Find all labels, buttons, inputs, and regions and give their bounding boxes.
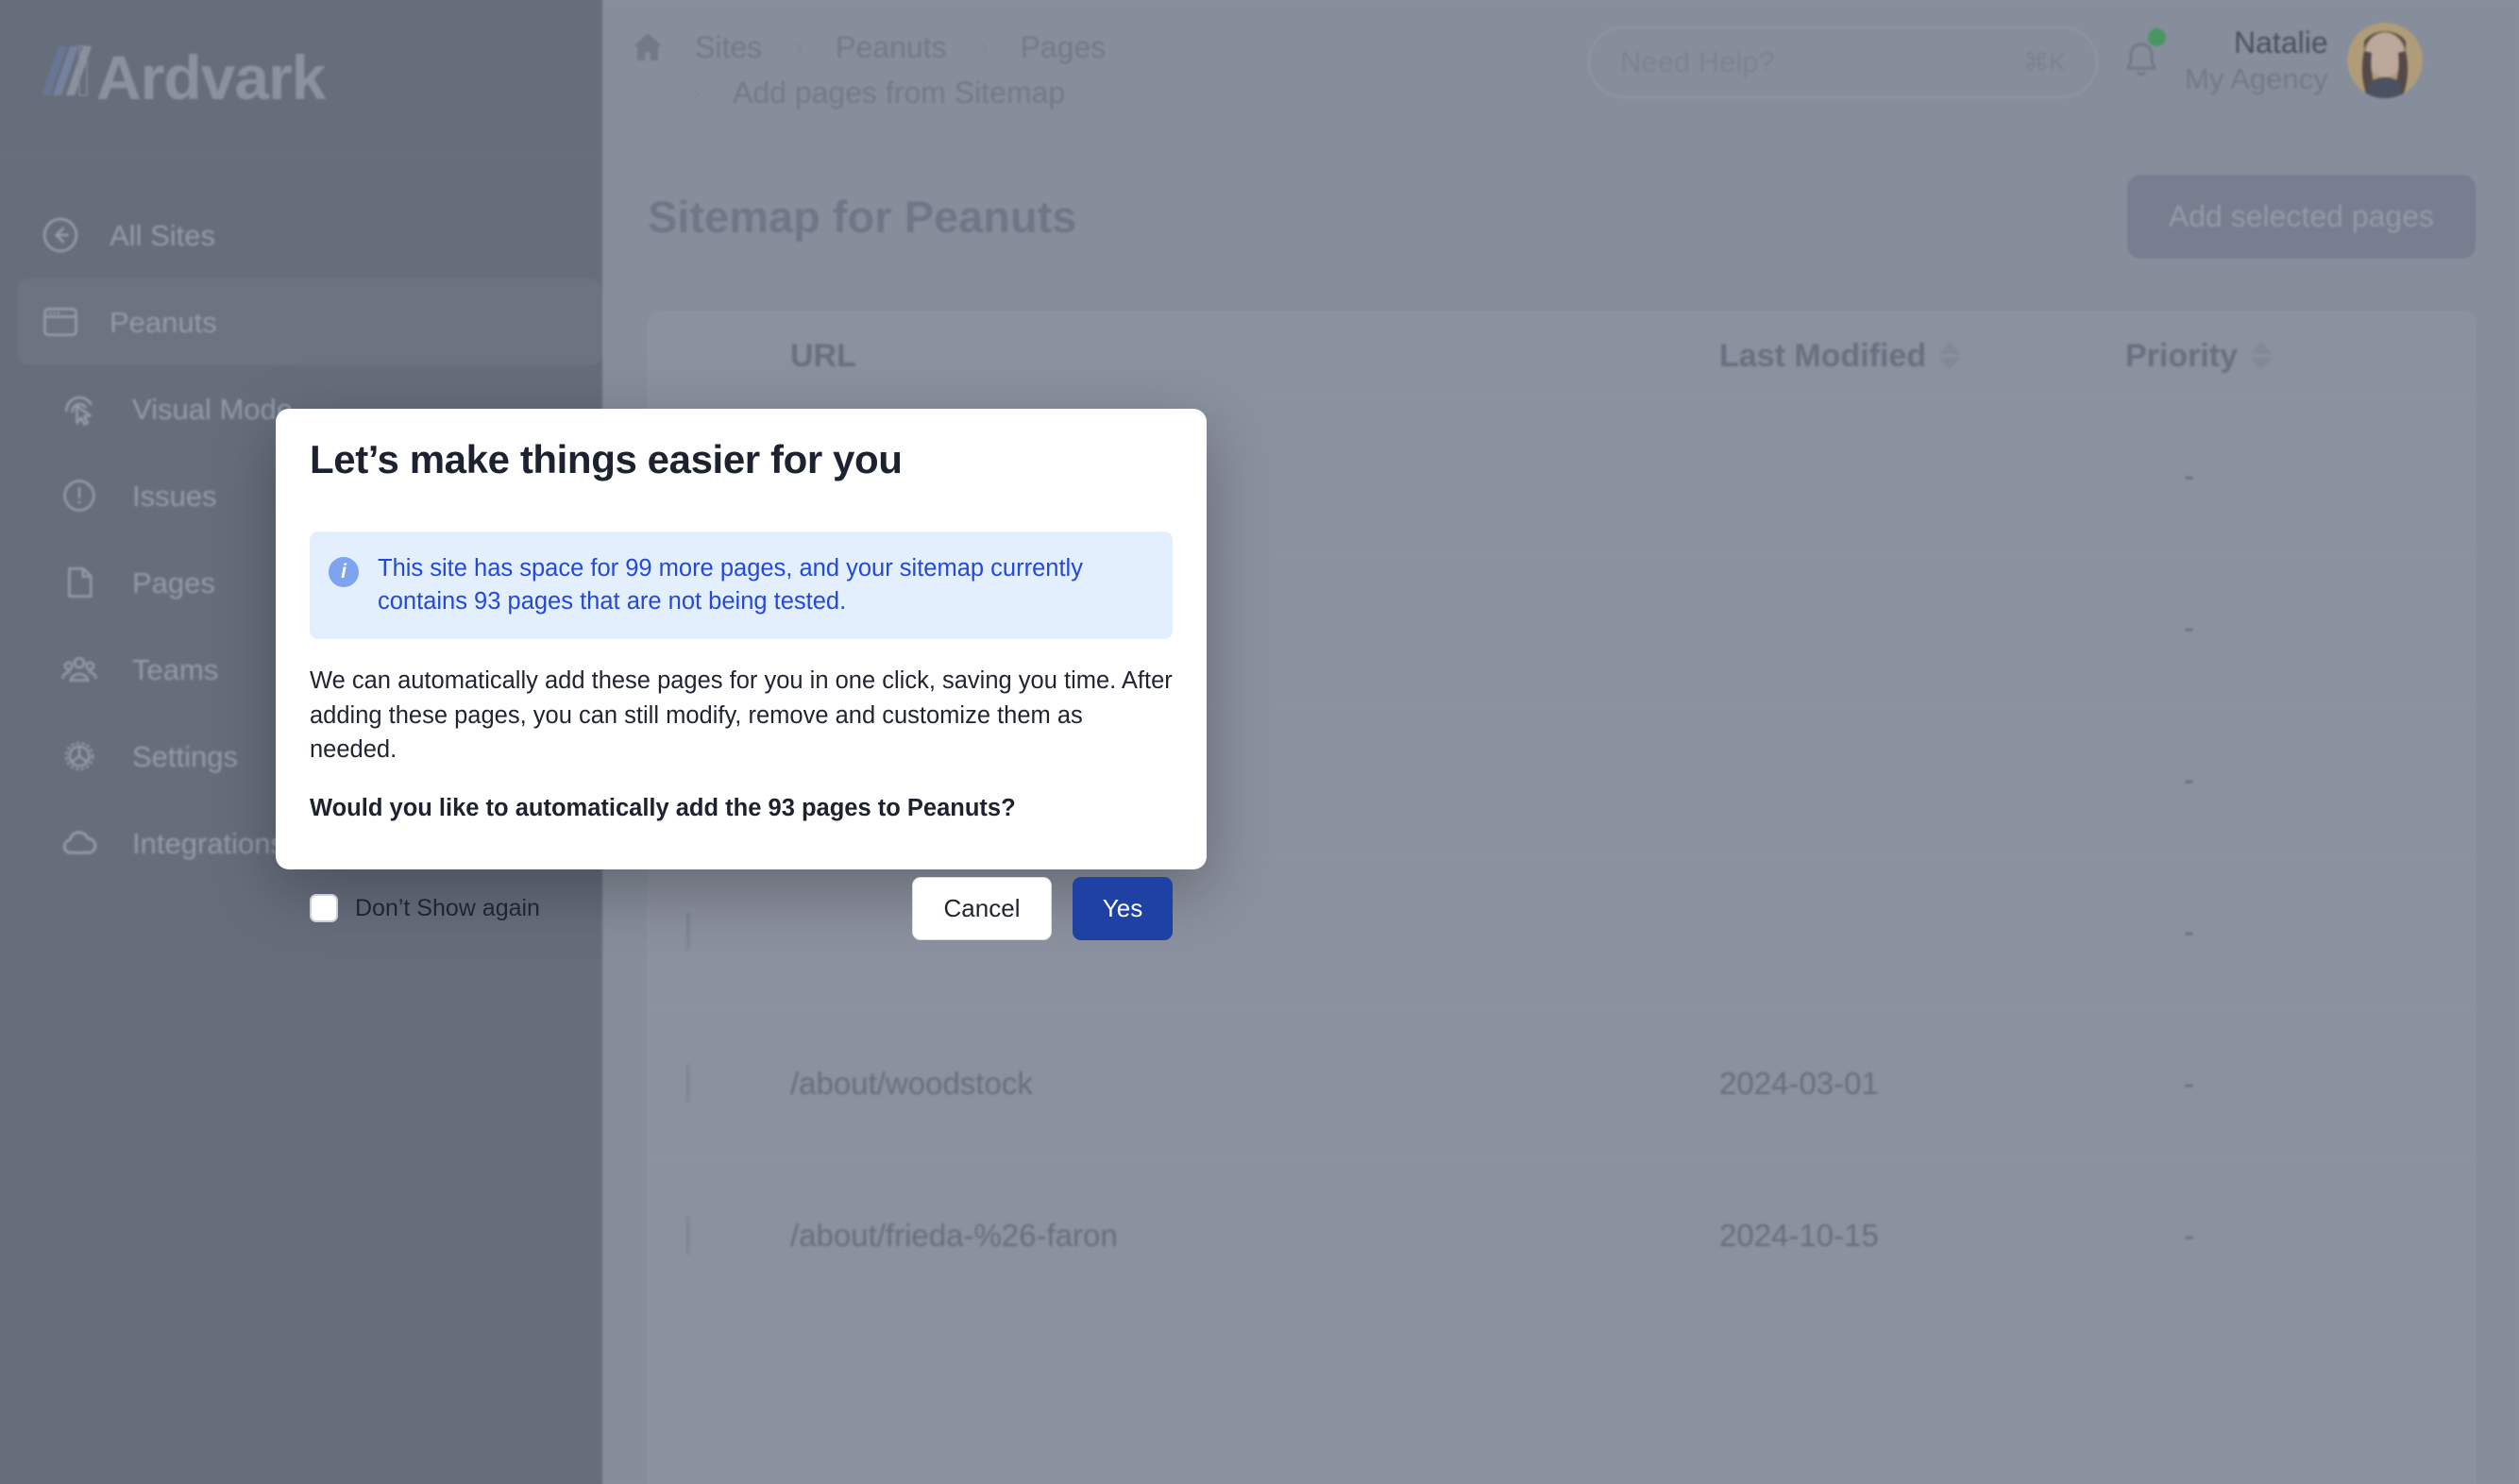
dont-show-again-toggle[interactable]: Don’t Show again [310, 894, 540, 923]
dialog-footer: Don’t Show again Cancel Yes [310, 852, 1173, 940]
yes-button[interactable]: Yes [1073, 876, 1173, 940]
info-banner: i This site has space for 99 more pages,… [310, 531, 1173, 640]
dialog-question-text: Would you like to automatically add the … [310, 794, 1016, 821]
dialog-body-text: We can automatically add these pages for… [310, 667, 1173, 763]
dialog-title: Let’s make things easier for you [310, 437, 903, 481]
app-root: Ardvark All Sites Peanuts Visual Mode Is… [0, 0, 2519, 1484]
dont-show-again-checkbox[interactable] [310, 894, 338, 923]
dont-show-again-label: Don’t Show again [355, 894, 540, 921]
info-circle-icon: i [329, 557, 359, 587]
cancel-button[interactable]: Cancel [912, 876, 1052, 940]
info-banner-text: This site has space for 99 more pages, a… [378, 555, 1083, 616]
confirmation-dialog: Let’s make things easier for you i This … [276, 409, 1207, 940]
